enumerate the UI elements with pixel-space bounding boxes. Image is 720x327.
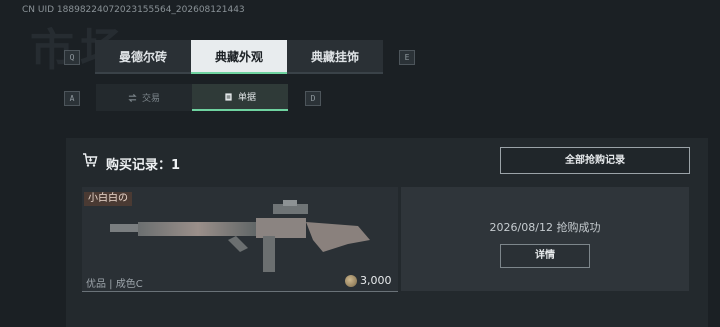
- rifle-skin-image: [110, 200, 370, 272]
- item-status-panel: [401, 187, 689, 291]
- cart-icon: [83, 153, 98, 167]
- sub-tab-bar: 交易 单据: [96, 84, 288, 111]
- trade-icon: [128, 93, 137, 102]
- key-hint-a: A: [64, 91, 80, 106]
- key-hint-e: E: [399, 50, 415, 65]
- tab-mandel-brick[interactable]: 曼德尔砖: [95, 40, 191, 74]
- tab-trade[interactable]: 交易: [96, 84, 192, 111]
- tab-collection-skins[interactable]: 典藏外观: [191, 40, 287, 74]
- item-quality: 优品 | 成色C: [86, 279, 143, 290]
- uid-label: CN UID 18898224072023155564_202608121443: [22, 5, 245, 15]
- tab-receipts[interactable]: 单据: [192, 84, 288, 111]
- top-tab-bar: 曼德尔砖 典藏外观 典藏挂饰: [95, 40, 383, 74]
- coin-icon: [345, 275, 357, 287]
- detail-button[interactable]: 详情: [500, 244, 590, 268]
- tab-collection-charms[interactable]: 典藏挂饰: [287, 40, 383, 74]
- receipt-icon: [225, 92, 232, 101]
- tab-trade-label: 交易: [141, 94, 160, 104]
- key-hint-d: D: [305, 91, 321, 106]
- tab-receipts-label: 单据: [237, 93, 256, 103]
- all-purchase-records-button[interactable]: 全部抢购记录: [500, 147, 690, 174]
- key-hint-q: Q: [64, 50, 80, 65]
- purchase-status: 2026/08/12 抢购成功: [489, 221, 601, 234]
- item-price: 3,000: [360, 274, 392, 287]
- purchase-record-title: 购买记录：1: [106, 158, 181, 173]
